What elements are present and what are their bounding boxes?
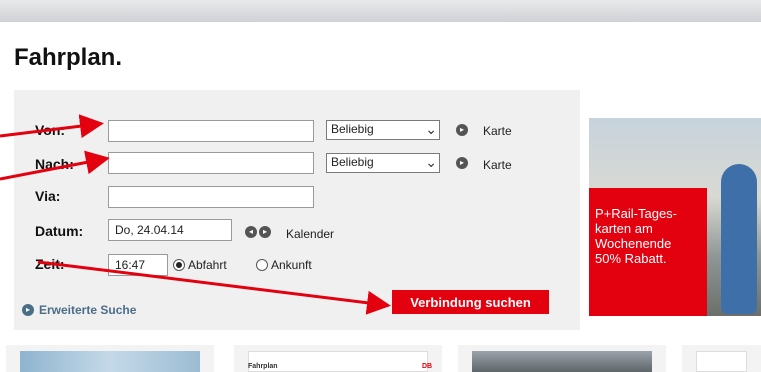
thumbnail-image: [696, 351, 747, 372]
circle-arrow-icon: ▸: [22, 304, 34, 316]
circle-arrow-icon[interactable]: ▸: [456, 124, 468, 136]
via-label: Via:: [35, 188, 61, 204]
promo-text: P+Rail-Tages- karten am Wochenende 50% R…: [595, 206, 678, 266]
nach-karte-link[interactable]: Karte: [483, 158, 512, 172]
thumbnail-image: [20, 351, 200, 372]
von-select[interactable]: Beliebig ⌄: [326, 120, 440, 140]
via-input[interactable]: [108, 186, 314, 208]
next-day-icon[interactable]: ▸: [259, 226, 271, 238]
db-logo: DB: [422, 363, 433, 370]
page-title: Fahrplan.: [14, 44, 123, 71]
kalender-link[interactable]: Kalender: [286, 227, 334, 241]
thumbnail-caption: Fahrplan: [248, 363, 278, 370]
thumbnail-station[interactable]: [458, 345, 666, 372]
circle-arrow-icon[interactable]: ▸: [456, 157, 468, 169]
thumbnail-image: [472, 351, 652, 372]
von-label: Von:: [35, 122, 66, 138]
promo-person-image: [721, 164, 757, 314]
chevron-down-icon: ⌄: [425, 154, 437, 170]
top-bar: [0, 0, 761, 22]
nach-input[interactable]: [108, 152, 314, 174]
chevron-down-icon: ⌄: [425, 121, 437, 137]
nach-select[interactable]: Beliebig ⌄: [326, 153, 440, 173]
nach-select-value: Beliebig: [331, 155, 374, 169]
thumbnail-other[interactable]: [682, 345, 761, 372]
abfahrt-label: Abfahrt: [188, 258, 227, 272]
nach-label: Nach:: [35, 156, 74, 172]
von-input[interactable]: [108, 120, 314, 142]
zeit-label: Zeit:: [35, 256, 65, 272]
zeit-input[interactable]: [108, 254, 168, 276]
verbindung-suchen-button[interactable]: Verbindung suchen: [392, 290, 549, 314]
abfahrt-radio[interactable]: [173, 259, 185, 271]
ankunft-radio[interactable]: [256, 259, 268, 271]
promo-banner[interactable]: P+Rail-Tages- karten am Wochenende 50% R…: [589, 118, 761, 316]
von-karte-link[interactable]: Karte: [483, 124, 512, 138]
thumbnail-map[interactable]: [6, 345, 214, 372]
ankunft-label: Ankunft: [271, 258, 312, 272]
datum-input[interactable]: [108, 219, 232, 241]
erweiterte-suche-link[interactable]: Erweiterte Suche: [39, 303, 136, 317]
von-select-value: Beliebig: [331, 122, 374, 136]
datum-label: Datum:: [35, 223, 84, 239]
prev-day-icon[interactable]: ◂: [245, 226, 257, 238]
